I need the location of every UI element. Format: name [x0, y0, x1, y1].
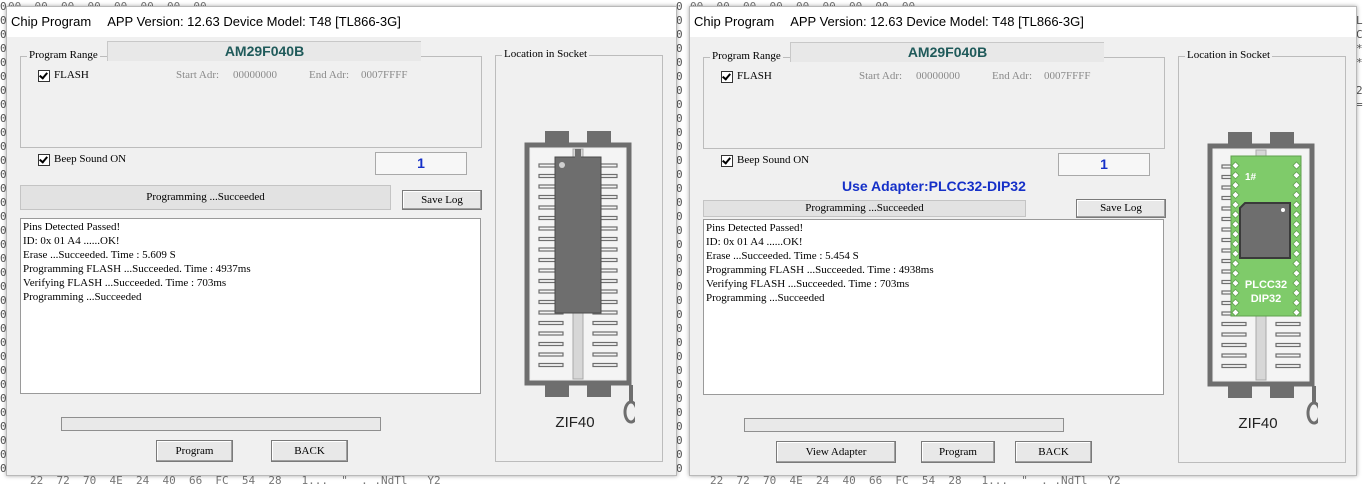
location-in-socket-title: Location in Socket	[502, 48, 590, 60]
back-button[interactable]: BACK	[1015, 441, 1092, 463]
program-range-title: Program Range	[710, 50, 783, 62]
log-line: Programming FLASH ...Succeeded. Time : 4…	[23, 263, 251, 275]
chip-program-window-left: Chip Program APP Version: 12.63 Device Mo…	[6, 6, 677, 476]
background-hex-strip-middle: 0 0 0 0 0 0 0 0 0 0 0 0 0 0 0 0 0 0 0 0 …	[676, 0, 690, 483]
end-adr-value: 0007FFFF	[1044, 70, 1091, 82]
program-count: 1	[1058, 153, 1150, 176]
view-adapter-button[interactable]: View Adapter	[776, 441, 896, 463]
window-title: Chip Program	[694, 14, 775, 29]
status-bar: Programming ...Succeeded	[20, 185, 391, 210]
window-title: Chip Program	[11, 14, 92, 29]
app-version-info: APP Version: 12.63 Device Model: T48 [TL…	[790, 14, 1084, 29]
end-adr-label: End Adr:	[992, 70, 1033, 82]
start-adr-value: 00000000	[916, 70, 960, 82]
socket-type-label: ZIF40	[1238, 415, 1278, 432]
beep-label: Beep Sound ON	[54, 153, 127, 165]
flash-label: FLASH	[54, 69, 89, 81]
program-count: 1	[375, 152, 467, 175]
flash-checkbox[interactable]	[38, 70, 50, 82]
background-hex-strip-right: L C * * 2 =	[1356, 14, 1363, 111]
log-line: Programming FLASH ...Succeeded. Time : 4…	[706, 264, 934, 276]
program-button[interactable]: Program	[921, 441, 995, 463]
log-line: Pins Detected Passed!	[23, 221, 121, 233]
flash-checkbox[interactable]	[721, 71, 733, 83]
start-adr-value: 00000000	[233, 69, 277, 81]
save-log-button[interactable]: Save Log	[1076, 199, 1166, 218]
log-line: ID: 0x 01 A4 ......OK!	[706, 236, 803, 248]
program-range-title: Program Range	[27, 49, 100, 61]
log-line: Pins Detected Passed!	[706, 222, 804, 234]
title-bar: Chip Program APP Version: 12.63 Device Mo…	[690, 7, 1356, 37]
log-line: Programming ...Succeeded	[706, 292, 825, 304]
progress-bar	[61, 417, 381, 431]
beep-label: Beep Sound ON	[737, 154, 810, 166]
end-adr-value: 0007FFFF	[361, 69, 408, 81]
app-version-info: APP Version: 12.63 Device Model: T48 [TL…	[107, 14, 401, 29]
log-area[interactable]: Pins Detected Passed! ID: 0x 01 A4 .....…	[703, 219, 1164, 395]
end-adr-label: End Adr:	[309, 69, 350, 81]
log-line: Verifying FLASH ...Succeeded. Time : 703…	[706, 278, 910, 290]
status-bar: Programming ...Succeeded	[703, 200, 1026, 217]
adapter-notice: Use Adapter:PLCC32-DIP32	[842, 178, 1026, 194]
log-line: ID: 0x 01 A4 ......OK!	[23, 235, 120, 247]
zif-socket-body	[524, 131, 635, 424]
adapter-label-dip32: DIP32	[1251, 293, 1282, 305]
title-bar: Chip Program APP Version: 12.63 Device Mo…	[7, 7, 676, 37]
start-adr-label: Start Adr:	[176, 69, 220, 81]
log-line: Programming ...Succeeded	[23, 291, 142, 303]
log-line: Erase ...Succeeded. Time : 5.609 S	[23, 249, 176, 261]
adapter-label-plcc32: PLCC32	[1245, 279, 1287, 291]
start-adr-label: Start Adr:	[859, 70, 903, 82]
zif40-socket-icon	[524, 131, 635, 424]
log-line: Verifying FLASH ...Succeeded. Time : 703…	[23, 277, 227, 289]
save-log-button[interactable]: Save Log	[402, 190, 482, 210]
socket-type-label: ZIF40	[555, 414, 595, 431]
beep-checkbox[interactable]	[38, 154, 50, 166]
beep-checkbox[interactable]	[721, 155, 733, 167]
zif40-socket-with-adapter-icon: 1# PLCC32 DIP32	[1207, 132, 1318, 425]
chip-program-window-right: Chip Program APP Version: 12.63 Device Mo…	[689, 6, 1357, 476]
chip-name: AM29F040B	[790, 42, 1104, 62]
program-button[interactable]: Program	[156, 440, 233, 462]
log-area[interactable]: Pins Detected Passed! ID: 0x 01 A4 .....…	[20, 218, 481, 394]
log-line: Erase ...Succeeded. Time : 5.454 S	[706, 250, 859, 262]
chip-name: AM29F040B	[107, 41, 421, 61]
flash-label: FLASH	[737, 70, 772, 82]
progress-bar	[744, 418, 1064, 432]
location-in-socket-title: Location in Socket	[1185, 49, 1273, 61]
plcc32-adapter-board: 1# PLCC32 DIP32	[1230, 155, 1302, 317]
adapter-pin1-mark: 1#	[1245, 172, 1257, 183]
back-button[interactable]: BACK	[271, 440, 348, 462]
